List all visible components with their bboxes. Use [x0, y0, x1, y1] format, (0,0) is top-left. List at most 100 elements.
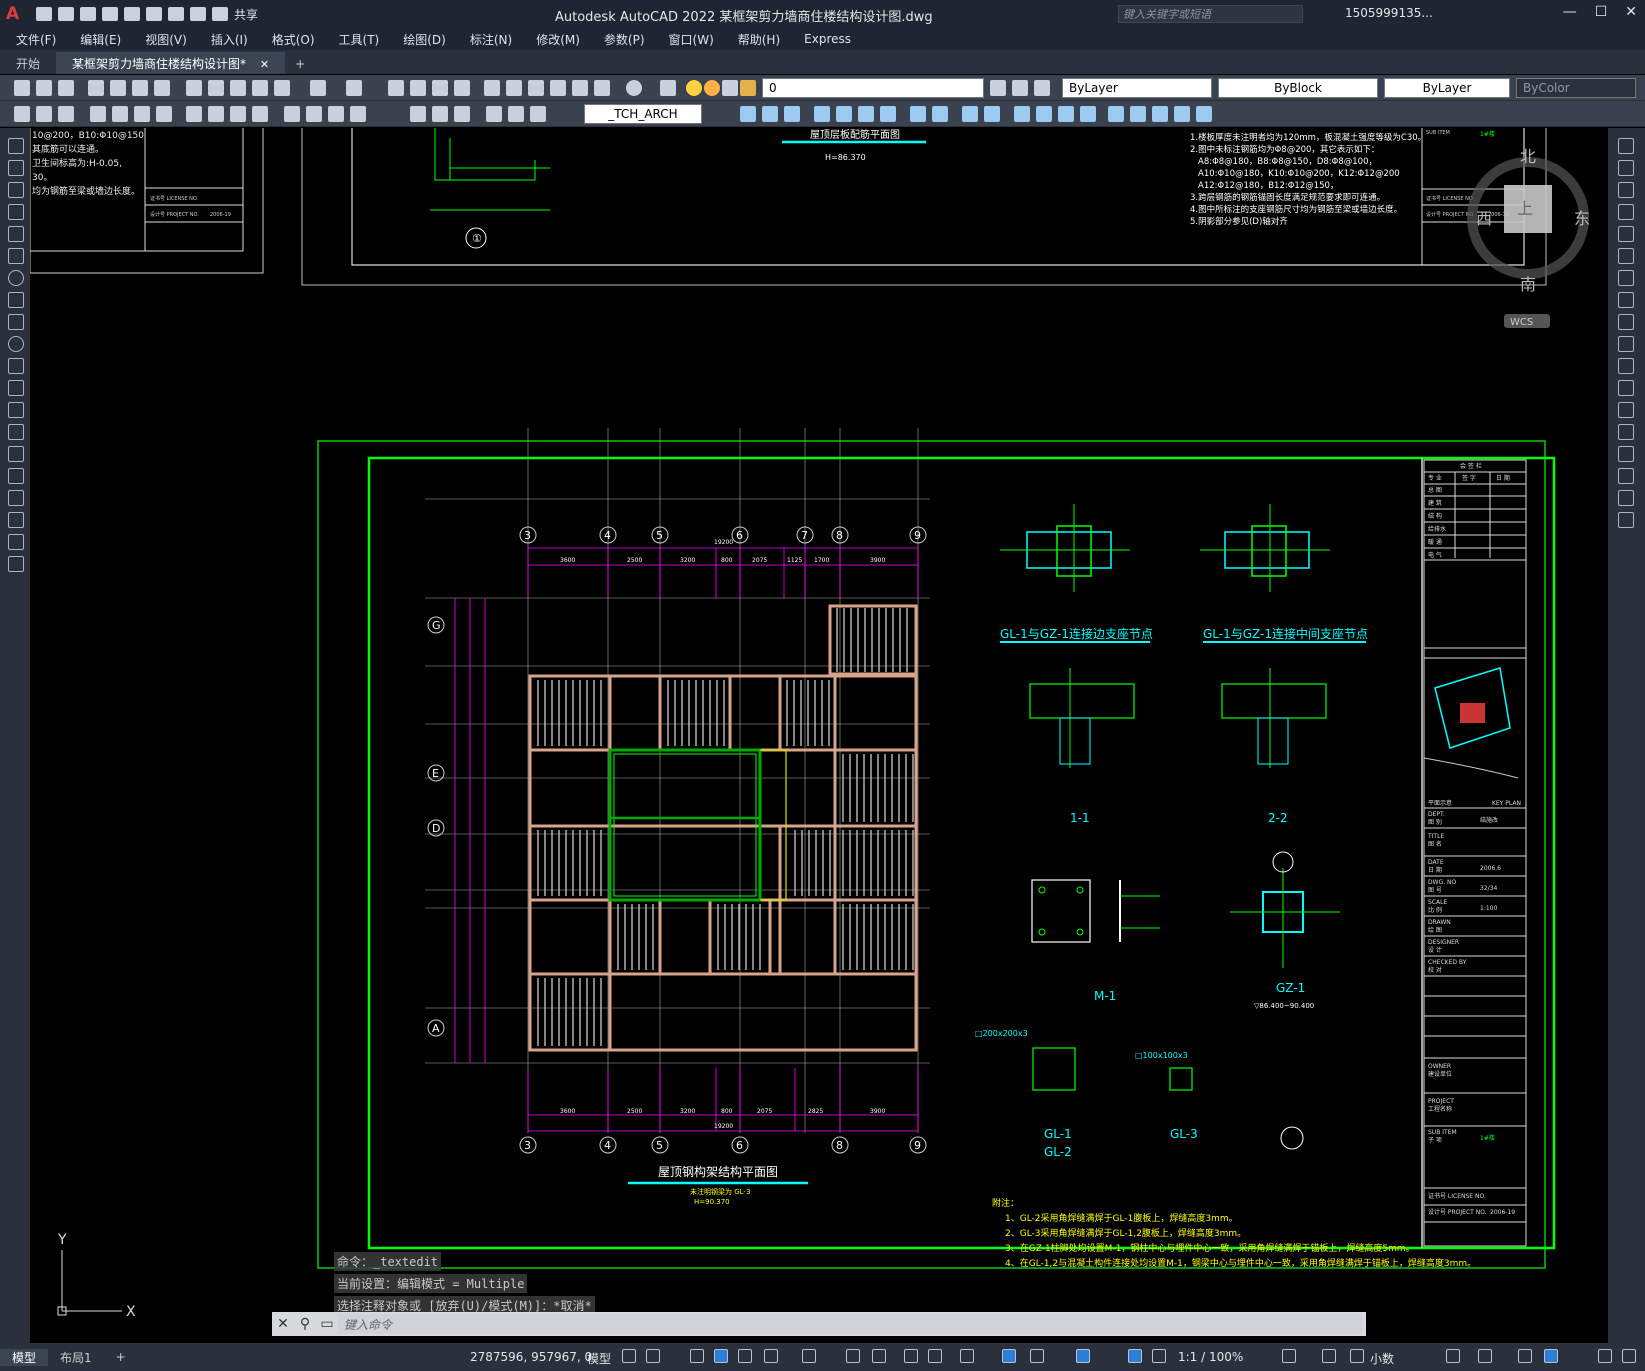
line-icon[interactable] [8, 138, 24, 154]
viewcube[interactable]: 上 北 南 东 西 WCS [1467, 147, 1590, 328]
redo-icon[interactable] [212, 7, 228, 21]
lock-ui-icon[interactable] [1478, 1349, 1492, 1363]
annotation-scale[interactable]: 1:1 / 100% [1178, 1350, 1243, 1364]
3d-torus-icon[interactable] [858, 106, 874, 122]
baseline-icon[interactable] [252, 106, 268, 122]
viewcube-east[interactable]: 东 [1574, 209, 1590, 228]
intersect-icon[interactable] [1014, 106, 1030, 122]
3d-sphere-icon[interactable] [814, 106, 830, 122]
3d-print-icon[interactable] [154, 80, 170, 96]
plot-icon[interactable] [88, 80, 104, 96]
transparency-icon[interactable] [904, 1349, 918, 1363]
command-recent-icon[interactable]: ▭ [316, 1316, 338, 1332]
open-web-icon[interactable] [124, 7, 140, 21]
3d-osnap-icon[interactable] [960, 1349, 974, 1363]
table-icon[interactable] [8, 512, 24, 528]
tab-close-icon[interactable]: ✕ [260, 58, 269, 71]
extend-icon[interactable] [1618, 358, 1634, 374]
make-block-icon[interactable] [8, 402, 24, 418]
color-dropdown[interactable]: ByLayer [1062, 78, 1212, 98]
close-button[interactable]: ✕ [1625, 4, 1637, 20]
menu-dimension[interactable]: 标注(N) [470, 31, 512, 48]
block-editor-icon[interactable] [274, 80, 290, 96]
command-close-icon[interactable]: ✕ [272, 1316, 294, 1332]
extract-edges-icon[interactable] [1108, 106, 1124, 122]
isolate-objects-icon[interactable] [1518, 1349, 1532, 1363]
explode-icon[interactable] [1618, 512, 1634, 528]
new-icon[interactable] [14, 80, 30, 96]
shell-icon[interactable] [1174, 106, 1190, 122]
annotation-monitor-icon[interactable] [1322, 1349, 1336, 1363]
move-icon[interactable] [1618, 248, 1634, 264]
linear-dim-icon[interactable] [36, 106, 52, 122]
ortho-icon[interactable] [714, 1349, 728, 1363]
menu-tools[interactable]: 工具(T) [339, 31, 380, 48]
polygon-icon[interactable] [8, 204, 24, 220]
lock-icon[interactable] [740, 80, 756, 96]
break-icon[interactable] [1618, 402, 1634, 418]
lineweight-dropdown[interactable]: ByLayer [1384, 78, 1510, 98]
menu-parametric[interactable]: 参数(P) [604, 31, 645, 48]
dim-text-edit-icon[interactable] [508, 106, 524, 122]
separate-icon[interactable] [1152, 106, 1168, 122]
imprint-icon[interactable] [1130, 106, 1146, 122]
radius-icon[interactable] [134, 106, 150, 122]
publish-icon[interactable] [132, 80, 148, 96]
check-icon[interactable] [1196, 106, 1212, 122]
layer-properties-icon[interactable] [660, 80, 676, 96]
workspace-gear-icon[interactable] [1282, 1349, 1296, 1363]
minimize-button[interactable]: — [1563, 4, 1577, 20]
save-web-icon[interactable] [146, 7, 162, 21]
tolerance-icon[interactable] [350, 106, 366, 122]
inspect-icon[interactable] [432, 106, 448, 122]
object-snap-tracking-icon[interactable] [802, 1349, 816, 1363]
menu-edit[interactable]: 编辑(E) [80, 31, 121, 48]
mirror-icon[interactable] [1618, 182, 1634, 198]
preview-icon[interactable] [110, 80, 126, 96]
menu-format[interactable]: 格式(O) [272, 31, 315, 48]
revision-cloud-icon[interactable] [8, 292, 24, 308]
join-icon[interactable] [1618, 424, 1634, 440]
tab-start[interactable]: 开始 [0, 52, 56, 74]
selection-filter-icon[interactable] [1030, 1349, 1044, 1363]
bulb-icon[interactable] [686, 80, 702, 96]
interfere-icon[interactable] [1080, 106, 1096, 122]
undo-icon[interactable] [310, 80, 326, 96]
tab-model[interactable]: 模型 [0, 1348, 49, 1366]
spline-icon[interactable] [8, 314, 24, 330]
save-icon[interactable] [58, 80, 74, 96]
add-layout-button[interactable]: + [104, 1350, 138, 1364]
tab-layout1[interactable]: 布局1 [48, 1349, 104, 1366]
rectangle-icon[interactable] [8, 226, 24, 242]
zoom-window-icon[interactable] [432, 80, 448, 96]
autocad-logo[interactable]: A [6, 3, 30, 25]
array-icon[interactable] [1618, 226, 1634, 242]
design-center-icon[interactable] [506, 80, 522, 96]
new-icon[interactable] [36, 7, 52, 21]
section-icon[interactable] [1058, 106, 1074, 122]
maximize-button[interactable]: ☐ [1595, 4, 1608, 20]
arc-icon[interactable] [8, 248, 24, 264]
diameter-icon[interactable] [186, 106, 202, 122]
open-icon[interactable] [36, 80, 52, 96]
undo-icon[interactable] [190, 7, 206, 21]
polyline-icon[interactable] [8, 182, 24, 198]
menu-modify[interactable]: 修改(M) [536, 31, 580, 48]
erase-icon[interactable] [1618, 138, 1634, 154]
tab-current-drawing[interactable]: 某框架剪力墙商住楼结构设计图* ✕ [56, 52, 286, 74]
plotstyle-dropdown[interactable]: ByColor [1516, 78, 1636, 98]
fillet-icon[interactable] [1618, 468, 1634, 484]
dim-edit-icon[interactable] [486, 106, 502, 122]
union-icon[interactable] [962, 106, 978, 122]
viewcube-west[interactable]: 西 [1476, 209, 1492, 228]
units-dropdown[interactable]: 小数 [1370, 1350, 1394, 1367]
menu-window[interactable]: 窗口(W) [669, 31, 714, 48]
quick-dim-icon[interactable] [14, 106, 30, 122]
center-mark-icon[interactable] [410, 106, 426, 122]
redo-icon[interactable] [346, 80, 362, 96]
make-current-layer-icon[interactable] [990, 80, 1006, 96]
subtract-icon[interactable] [984, 106, 1000, 122]
sun-icon[interactable] [704, 80, 720, 96]
freeze-vp-icon[interactable] [722, 80, 738, 96]
menu-express[interactable]: Express [804, 32, 851, 46]
